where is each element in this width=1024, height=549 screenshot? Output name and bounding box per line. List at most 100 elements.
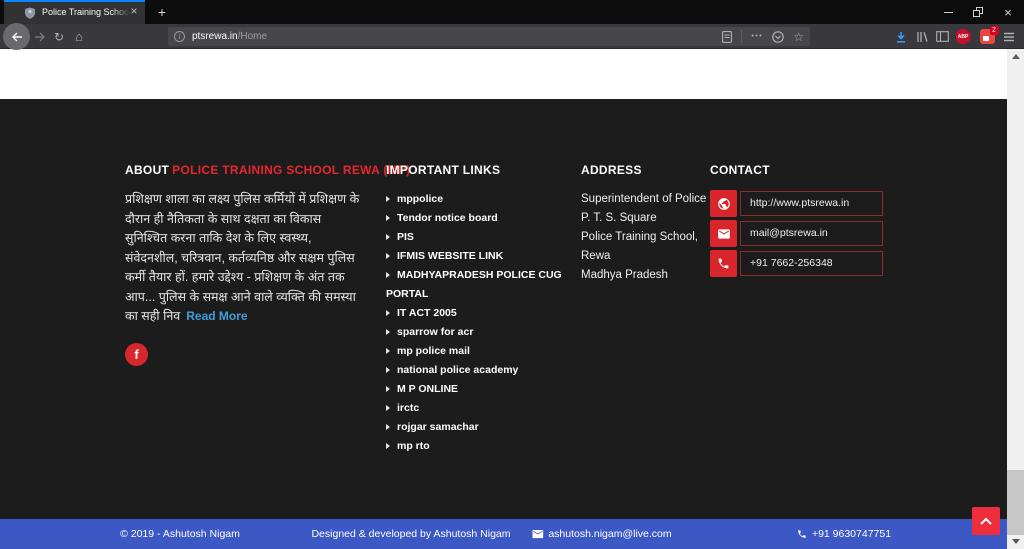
browser-tab[interactable]: Police Training School,Rewa, M × xyxy=(4,0,145,24)
page-viewport: ABOUTPOLICE TRAINING SCHOOL REWA (MP) प्… xyxy=(0,49,1007,549)
reader-mode-icon[interactable] xyxy=(722,31,732,43)
address-line: Superintendent of Police xyxy=(581,190,711,209)
hamburger-icon xyxy=(1003,32,1015,42)
footer-address-column: ADDRESS Superintendent of Police P. T. S… xyxy=(581,163,711,285)
globe-icon xyxy=(710,190,737,217)
footer-links-column: IMPORTANT LINKS mppolice Tendor notice b… xyxy=(386,163,564,456)
copyright-bar: © 2019 - Ashutosh Nigam Designed & devel… xyxy=(0,519,1007,549)
link-item[interactable]: PIS xyxy=(386,228,564,247)
contact-website-value[interactable]: http://www.ptsrewa.in xyxy=(740,191,883,216)
caret-icon xyxy=(386,367,390,373)
facebook-icon: f xyxy=(134,347,138,362)
important-links-list: mppolice Tendor notice board PIS IFMIS W… xyxy=(386,190,564,456)
tab-close-icon[interactable]: × xyxy=(127,4,141,18)
contact-phone-value[interactable]: +91 7662-256348 xyxy=(740,251,883,276)
caret-icon xyxy=(386,253,390,259)
caret-icon xyxy=(386,348,390,354)
footer-contact-column: CONTACT http://www.ptsrewa.in mail@ptsre… xyxy=(710,163,886,280)
envelope-icon xyxy=(710,220,737,247)
sidebar-icon xyxy=(936,31,949,42)
link-item[interactable]: MADHYAPRADESH POLICE CUG PORTAL xyxy=(386,266,564,304)
scrollbar-thumb[interactable] xyxy=(1007,470,1024,535)
caret-icon xyxy=(386,329,390,335)
downloads-button[interactable] xyxy=(892,28,910,45)
triangle-down-icon xyxy=(1012,539,1020,544)
window-restore-button[interactable] xyxy=(963,0,993,24)
page-scrollbar[interactable] xyxy=(1007,49,1024,549)
restore-icon xyxy=(973,7,983,17)
menu-button[interactable] xyxy=(1000,28,1018,45)
urlbar-separator xyxy=(741,30,742,43)
site-favicon-icon xyxy=(24,6,36,18)
window-minimize-button[interactable] xyxy=(933,0,963,24)
facebook-button[interactable]: f xyxy=(125,343,148,366)
url-bar[interactable]: i ptsrewa.in /Home ••• ☆ xyxy=(168,27,810,46)
link-item[interactable]: rojgar samachar xyxy=(386,418,564,437)
caret-icon xyxy=(386,310,390,316)
library-button[interactable] xyxy=(913,28,931,45)
scrollbar-up-arrow[interactable] xyxy=(1007,49,1024,64)
address-line: Madhya Pradesh xyxy=(581,266,711,285)
contact-email-value[interactable]: mail@ptsrewa.in xyxy=(740,221,883,246)
caret-icon xyxy=(386,215,390,221)
link-item[interactable]: sparrow for acr xyxy=(386,323,564,342)
browser-window: Police Training School,Rewa, M × + × ↻ ⌂… xyxy=(0,0,1024,549)
new-tab-button[interactable]: + xyxy=(153,3,171,21)
address-heading: ADDRESS xyxy=(581,163,711,178)
caret-icon xyxy=(386,234,390,240)
library-icon xyxy=(916,31,928,43)
address-line: Police Training School, xyxy=(581,228,711,247)
active-tab-indicator xyxy=(4,0,145,2)
sidebar-button[interactable] xyxy=(933,28,951,45)
link-item[interactable]: national police academy xyxy=(386,361,564,380)
link-item[interactable]: mp rto xyxy=(386,437,564,456)
chevron-up-icon xyxy=(980,518,992,525)
extension-badge: 2 xyxy=(990,26,999,35)
read-more-link[interactable]: Read More xyxy=(186,309,247,323)
window-close-button[interactable]: × xyxy=(993,0,1023,24)
link-item[interactable]: Tendor notice board xyxy=(386,209,564,228)
caret-icon xyxy=(386,405,390,411)
footer-phone-link[interactable]: +91 9630747751 xyxy=(797,519,891,549)
phone-icon xyxy=(797,529,807,539)
triangle-up-icon xyxy=(1012,54,1020,59)
link-item[interactable]: irctc xyxy=(386,399,564,418)
browser-tab-bar: Police Training School,Rewa, M × + × xyxy=(0,0,1024,24)
copyright-text: © 2019 - Ashutosh Nigam xyxy=(120,519,240,549)
footer-about-column: ABOUTPOLICE TRAINING SCHOOL REWA (MP) प्… xyxy=(125,163,365,366)
pocket-icon[interactable] xyxy=(772,31,784,43)
site-footer: ABOUTPOLICE TRAINING SCHOOL REWA (MP) प्… xyxy=(0,99,1007,519)
links-heading: IMPORTANT LINKS xyxy=(386,163,564,178)
link-item[interactable]: IT ACT 2005 xyxy=(386,304,564,323)
page-actions-icon[interactable]: ••• xyxy=(751,33,763,40)
forward-button[interactable] xyxy=(31,28,49,45)
page-content-blank xyxy=(0,49,1007,99)
about-heading-red: POLICE TRAINING SCHOOL REWA (MP) xyxy=(172,163,410,177)
address-line: Rewa xyxy=(581,247,711,266)
caret-icon xyxy=(386,196,390,202)
footer-email-link[interactable]: ashutosh.nigam@live.com xyxy=(532,519,671,549)
envelope-icon xyxy=(532,530,543,539)
about-text: प्रशिक्षण शाला का लक्ष्य पुलिस कर्मियों … xyxy=(125,190,365,327)
contact-row-phone: +91 7662-256348 xyxy=(710,250,886,277)
caret-icon xyxy=(386,424,390,430)
download-icon xyxy=(895,31,907,43)
reload-button[interactable]: ↻ xyxy=(50,28,68,45)
browser-nav-bar: ↻ ⌂ i ptsrewa.in /Home ••• ☆ ABP xyxy=(0,24,1024,49)
url-domain: ptsrewa.in xyxy=(192,31,238,42)
link-item[interactable]: mp police mail xyxy=(386,342,564,361)
link-item[interactable]: mppolice xyxy=(386,190,564,209)
home-button[interactable]: ⌂ xyxy=(70,28,88,45)
caret-icon xyxy=(386,443,390,449)
scrollbar-down-arrow[interactable] xyxy=(1007,534,1024,549)
link-item[interactable]: M P ONLINE xyxy=(386,380,564,399)
adblock-extension-button[interactable]: ABP xyxy=(954,28,972,45)
scroll-to-top-button[interactable] xyxy=(972,507,1000,535)
address-line: P. T. S. Square xyxy=(581,209,711,228)
extension-button[interactable]: 2 xyxy=(978,28,996,45)
bookmark-star-icon[interactable]: ☆ xyxy=(793,31,804,43)
url-path: /Home xyxy=(238,31,267,42)
back-button[interactable] xyxy=(3,23,30,50)
link-item[interactable]: IFMIS WEBSITE LINK xyxy=(386,247,564,266)
site-info-icon[interactable]: i xyxy=(174,31,185,42)
